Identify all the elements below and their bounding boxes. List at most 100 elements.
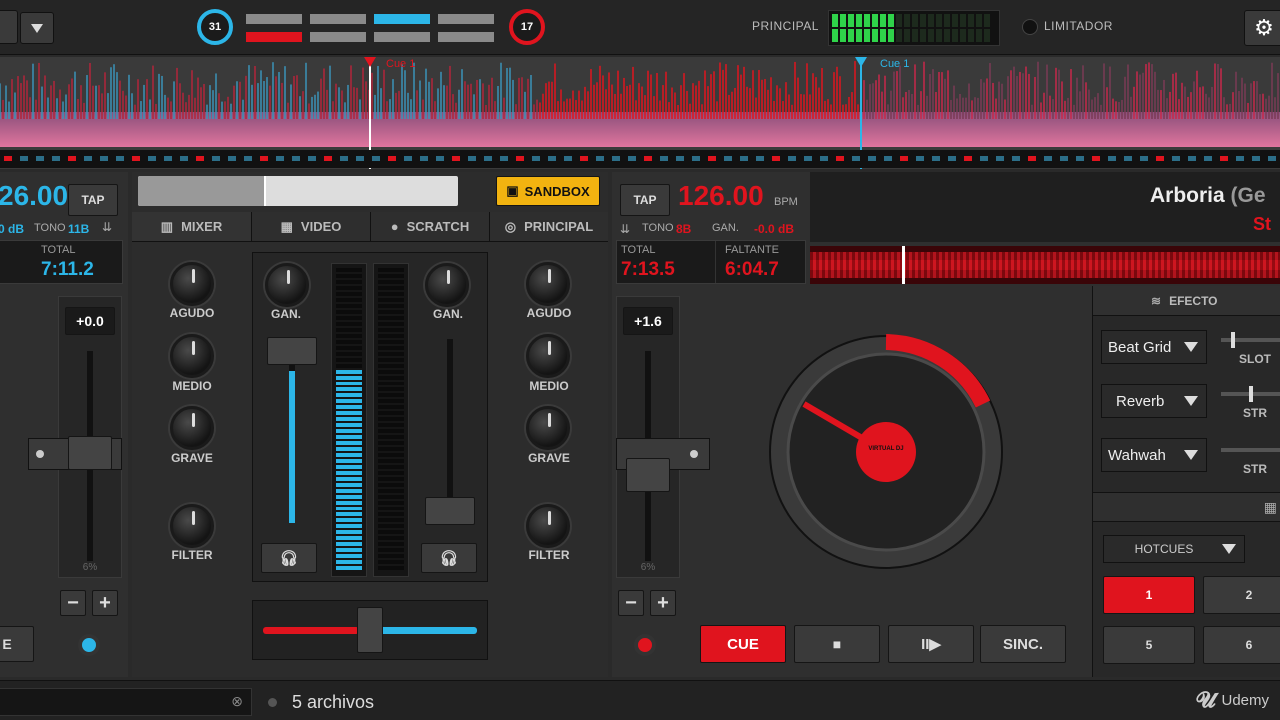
beat-marker	[100, 156, 108, 161]
beat-marker	[740, 156, 748, 161]
channel-vu-segment	[336, 369, 362, 374]
channel-vu-segment	[378, 542, 404, 547]
master-vu-segment	[928, 29, 934, 42]
deck-indicator-bar	[310, 32, 366, 42]
left-time-box: TOTAL 7:11.2	[0, 240, 123, 284]
grid-icon[interactable]: ▦	[1264, 499, 1277, 516]
left-cue-button[interactable]: E	[0, 626, 34, 662]
channel-vu-segment	[378, 488, 404, 493]
limiter-led[interactable]	[1022, 19, 1038, 35]
left-deck-sync-icon[interactable]	[78, 634, 100, 656]
sync-button[interactable]: SINC.	[980, 625, 1066, 663]
headphones-icon: 🎧︎	[439, 550, 459, 567]
cue-marker-left[interactable]: Cue 1	[386, 58, 415, 70]
pitch-reset-dot[interactable]	[690, 450, 698, 458]
channel-vu-segment	[336, 333, 362, 338]
channel-vu-segment	[378, 417, 404, 422]
tab-mixer[interactable]: ▥ MIXER	[132, 212, 251, 241]
effect-slot-3-select[interactable]: Wahwah	[1101, 438, 1207, 472]
limiter-label: LIMITADOR	[1044, 19, 1113, 33]
status-dot	[268, 698, 277, 707]
right-filter-knob[interactable]	[526, 504, 570, 548]
beat-marker	[500, 156, 508, 161]
right-mid-knob[interactable]	[526, 334, 570, 378]
left-low-knob[interactable]	[170, 406, 214, 450]
pitch-reset-dot[interactable]	[36, 450, 44, 458]
left-volume-fader[interactable]	[267, 337, 317, 365]
channel-vu-segment	[378, 476, 404, 481]
left-mid-knob[interactable]	[170, 334, 214, 378]
right-key-toggle-icon[interactable]: ⇊	[620, 222, 630, 236]
effect-slot-2-slider[interactable]	[1221, 386, 1280, 402]
sandbox-button[interactable]: ▣ SANDBOX	[496, 176, 600, 206]
beat-marker	[676, 156, 684, 161]
stop-button[interactable]: ■	[794, 625, 880, 663]
channel-vu-segment	[378, 316, 404, 320]
right-pitch-plus-button[interactable]: +	[650, 590, 676, 616]
crossfader-handle[interactable]	[357, 607, 383, 653]
search-input[interactable]: ⊗	[0, 688, 252, 716]
beat-marker	[20, 156, 28, 161]
master-vu-segment	[856, 14, 862, 27]
hotcue-pad-2[interactable]: 2	[1203, 576, 1280, 614]
left-menu-button[interactable]	[0, 10, 18, 44]
channel-vu-segment	[336, 500, 362, 505]
left-key-toggle-icon[interactable]: ⇊	[102, 220, 112, 234]
right-high-knob[interactable]	[526, 262, 570, 306]
right-headphone-button[interactable]: 🎧︎	[421, 543, 477, 573]
beat-marker	[708, 156, 716, 161]
effect-slot-1-select[interactable]: Beat Grid	[1101, 330, 1207, 364]
track-title-text: Arboria	[1150, 184, 1225, 207]
hotcue-pad-1[interactable]: 1	[1103, 576, 1195, 614]
left-high-knob[interactable]	[170, 262, 214, 306]
clear-search-icon[interactable]: ⊗	[231, 693, 243, 710]
right-volume-fader[interactable]	[425, 497, 475, 525]
hotcue-pad-5[interactable]: 5	[1103, 626, 1195, 664]
right-mini-waveform[interactable]	[810, 246, 1280, 284]
effect-slot-1-slider[interactable]	[1221, 332, 1280, 348]
settings-button[interactable]: ⚙	[1244, 10, 1280, 46]
left-headphone-button[interactable]: 🎧︎	[261, 543, 317, 573]
right-gain-knob[interactable]	[425, 263, 469, 307]
effect-slot-3-slider[interactable]	[1221, 448, 1280, 452]
right-channel-vu	[373, 263, 409, 577]
channel-vu-segment	[336, 286, 362, 291]
tab-scratch[interactable]: ● SCRATCH	[370, 212, 489, 241]
cue-button[interactable]: CUE	[700, 625, 786, 663]
pads-mode-select[interactable]: HOTCUES	[1103, 535, 1245, 563]
left-pitch-plus-button[interactable]: +	[92, 590, 118, 616]
channel-vu-segment	[336, 321, 362, 326]
left-gain-knob[interactable]	[265, 263, 309, 307]
left-filter-knob[interactable]	[170, 504, 214, 548]
master-vu-segment	[904, 29, 910, 42]
mini-waveform[interactable]	[138, 176, 458, 206]
cue-marker-right[interactable]: Cue 1	[880, 58, 909, 70]
effect-slot-3-name: Wahwah	[1108, 446, 1166, 464]
jog-wheel[interactable]: VIRTUAL DJ	[768, 334, 1004, 570]
right-pitch-slider-handle[interactable]	[626, 458, 670, 492]
tab-master[interactable]: ◎ PRINCIPAL	[489, 212, 608, 241]
right-pitch-minus-button[interactable]: −	[618, 590, 644, 616]
effect-slot-2-select[interactable]: Reverb	[1101, 384, 1207, 418]
master-vu-segment	[984, 29, 990, 42]
channel-vu-segment	[336, 452, 362, 457]
pads-mode-label: HOTCUES	[1134, 542, 1194, 556]
left-pitch-slider-handle[interactable]	[68, 436, 112, 470]
left-total-time: 7:11.2	[41, 259, 94, 280]
waveform-overview[interactable]: Cue 1 Cue 1	[0, 57, 1280, 169]
left-pitch-minus-button[interactable]: −	[60, 590, 86, 616]
right-tap-button[interactable]: TAP	[620, 184, 670, 216]
tab-video[interactable]: ▦ VIDEO	[251, 212, 370, 241]
beat-marker	[244, 156, 252, 161]
channel-vu-segment	[336, 316, 362, 320]
right-low-knob[interactable]	[526, 406, 570, 450]
channel-vu-segment	[378, 357, 404, 362]
beat-marker	[132, 156, 140, 161]
left-tap-button[interactable]: TAP	[68, 184, 118, 216]
hotcue-pad-6[interactable]: 6	[1203, 626, 1280, 664]
beat-marker	[1012, 156, 1020, 161]
beat-marker	[532, 156, 540, 161]
play-pause-button[interactable]: II▶	[888, 625, 974, 663]
right-deck-sync-icon[interactable]	[634, 634, 656, 656]
layout-dropdown-button[interactable]	[20, 12, 54, 44]
